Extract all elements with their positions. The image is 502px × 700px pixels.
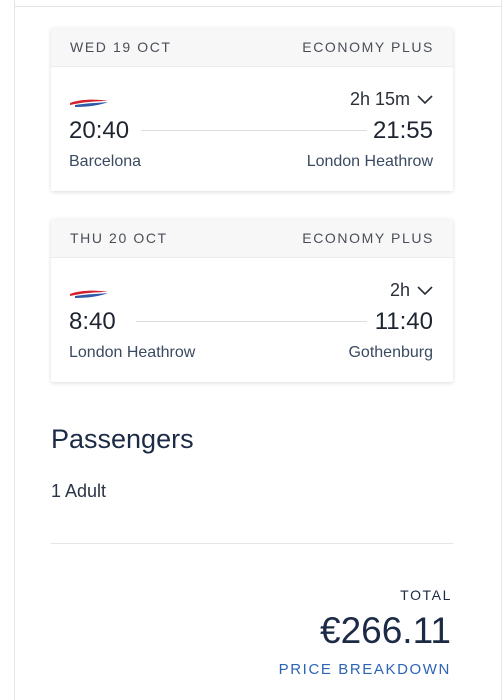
total-price: €266.11	[320, 610, 451, 651]
passenger-summary: 1 Adult	[51, 481, 107, 501]
flight-card-header: WED 19 OCT ECONOMY PLUS	[51, 28, 453, 67]
destination-city: Gothenburg	[348, 344, 433, 361]
flight-card-connecting[interactable]: THU 20 OCT ECONOMY PLUS 2h 8:40 11:40 Lo…	[51, 219, 453, 382]
flight-card-header: THU 20 OCT ECONOMY PLUS	[51, 219, 453, 258]
total-label: TOTAL	[400, 587, 452, 603]
arrival-time: 21:55	[372, 117, 433, 144]
left-frame-edge	[14, 0, 15, 700]
departure-time: 8:40	[69, 308, 116, 335]
flight-date: WED 19 OCT	[70, 39, 172, 55]
departure-time: 20:40	[69, 117, 130, 144]
flight-duration-toggle[interactable]: 2h 15m	[350, 89, 433, 110]
price-breakdown-link[interactable]: PRICE BREAKDOWN	[279, 661, 451, 678]
flight-card-body: 2h 15m 20:40 21:55 Barcelona London Heat…	[51, 67, 453, 191]
cabin-class: ECONOMY PLUS	[302, 39, 434, 55]
flight-route-line	[141, 130, 367, 131]
airline-speedmarque-icon	[70, 290, 108, 298]
cabin-class: ECONOMY PLUS	[302, 230, 434, 246]
flight-duration-toggle[interactable]: 2h	[390, 280, 433, 301]
flight-card-body: 2h 8:40 11:40 London Heathrow Gothenburg	[51, 258, 453, 382]
chevron-down-icon	[417, 94, 433, 104]
passengers-heading: Passengers	[51, 424, 194, 454]
arrival-time: 11:40	[374, 308, 433, 335]
chevron-down-icon	[417, 285, 433, 295]
flight-route-line	[136, 321, 367, 322]
origin-city: Barcelona	[69, 153, 142, 170]
flight-duration: 2h 15m	[349, 89, 410, 109]
destination-city: London Heathrow	[306, 153, 433, 170]
flight-card-outbound[interactable]: WED 19 OCT ECONOMY PLUS 2h 15m 20:40 21:…	[51, 28, 453, 191]
section-divider	[51, 543, 453, 544]
origin-city: London Heathrow	[69, 344, 196, 361]
airline-speedmarque-icon	[70, 99, 108, 107]
flight-duration: 2h	[389, 280, 410, 300]
flight-date: THU 20 OCT	[70, 230, 168, 246]
top-frame-edge	[14, 0, 502, 7]
